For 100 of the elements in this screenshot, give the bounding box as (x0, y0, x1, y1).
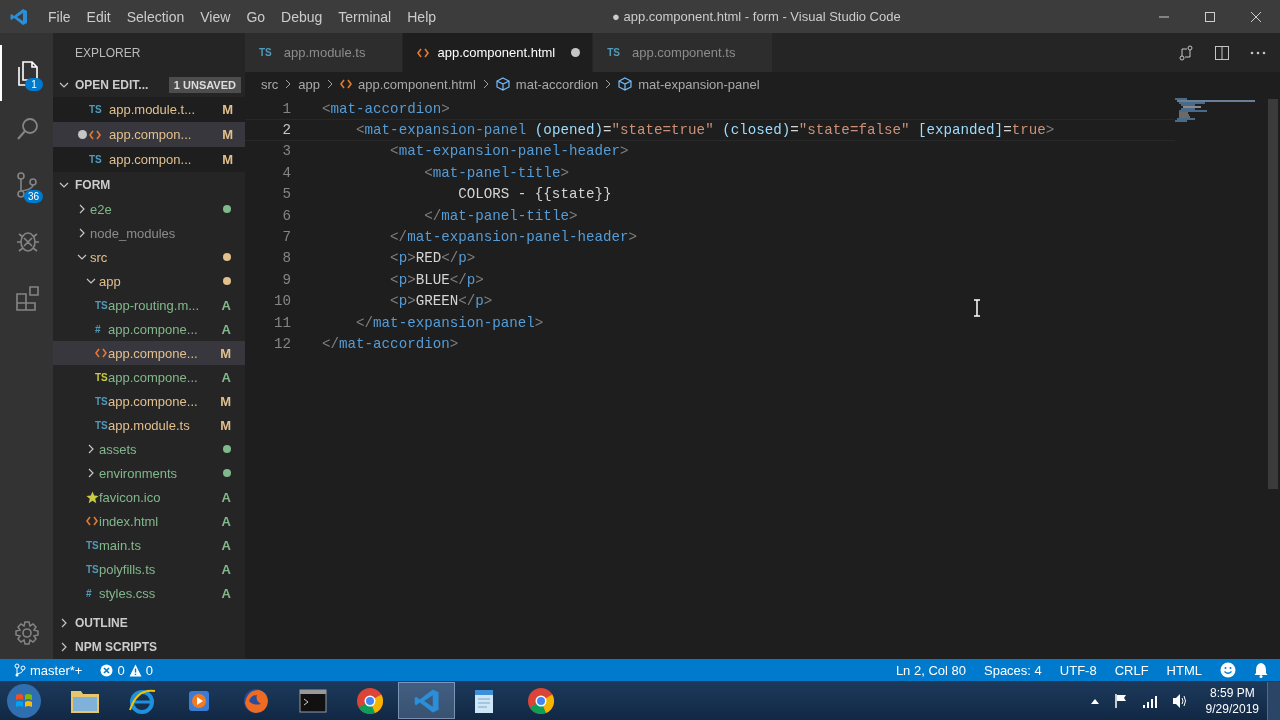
compare-icon[interactable] (1178, 44, 1194, 61)
folder-row[interactable]: e2e (53, 197, 245, 221)
activity-button[interactable]: 36 (0, 157, 53, 213)
signal-icon[interactable] (1141, 693, 1158, 708)
chevron-right-icon (77, 228, 87, 238)
open-editor-item[interactable]: TS app.compon... M (53, 147, 245, 172)
time-text: 8:59 PM (1209, 684, 1255, 701)
chevron-right-icon (59, 618, 69, 628)
tree-entry[interactable]: # styles.css A (53, 581, 245, 605)
code-file-icon (95, 348, 107, 358)
split-editor-icon[interactable] (1214, 44, 1230, 61)
tree-entry[interactable]: TSapp.compone... A (53, 365, 245, 389)
menu-item[interactable]: View (192, 8, 239, 25)
file-name: app.compone... (108, 369, 199, 385)
file-name: app.compon... (109, 127, 193, 142)
tree-entry[interactable]: favicon.ico A (53, 485, 245, 509)
line-number: 5 (281, 186, 291, 203)
count-badge: 36 (23, 190, 43, 203)
line-number: 9 (281, 271, 291, 288)
folder-row[interactable]: assets (53, 437, 245, 461)
branch-icon (14, 663, 26, 677)
tree-entry[interactable]: TSmain.ts A (53, 533, 245, 557)
bell-icon[interactable] (1254, 662, 1268, 678)
tree-entry[interactable]: app.compone... M (53, 341, 245, 365)
tree-entry[interactable]: TSapp.module.ts M (53, 413, 245, 437)
folder-row[interactable]: src (53, 245, 245, 269)
branch-button[interactable]: master*+ (14, 662, 83, 678)
section-header[interactable]: OUTLINE (53, 611, 245, 635)
file-type-icon: # (95, 323, 101, 335)
status-item[interactable]: HTML (1166, 662, 1202, 678)
file-type-icon: TS (86, 563, 99, 575)
tree-entry[interactable]: index.html A (53, 509, 245, 533)
folder-row[interactable]: environments (53, 461, 245, 485)
maximize-icon[interactable] (1204, 10, 1216, 23)
code-line: </mat-expansion-panel> (355, 314, 544, 331)
open-editor-item[interactable]: app.compon... M (53, 122, 245, 147)
editor-tab[interactable]: app.component.html (403, 33, 593, 72)
file-type-icon: TS (89, 104, 102, 115)
scrollbar[interactable] (1268, 99, 1278, 489)
editor-tab[interactable]: TS app.component.ts (593, 33, 773, 72)
line-number: 10 (272, 293, 291, 310)
menu-item[interactable]: Edit (78, 8, 119, 25)
section-header[interactable]: NPM SCRIPTS (53, 635, 245, 659)
speaker-icon[interactable] (1171, 692, 1188, 709)
breadcrumb[interactable]: mat-accordion (515, 76, 599, 92)
file-name: node_modules (90, 225, 177, 241)
git-status: A (221, 537, 231, 553)
menu-item[interactable]: File (40, 8, 79, 25)
status-item[interactable]: UTF-8 (1059, 662, 1097, 678)
more-icon[interactable] (1250, 50, 1266, 55)
breadcrumb[interactable]: mat-expansion-panel (638, 76, 760, 92)
file-name: index.html (99, 513, 160, 529)
chevron-right-icon (481, 79, 490, 89)
code-line: COLORS - {{state}} (457, 186, 612, 203)
section-header[interactable]: OPEN EDIT... 1 UNSAVED (53, 72, 245, 97)
folder-row[interactable]: node_modules (53, 221, 245, 245)
tree-entry[interactable]: # app.compone... A (53, 317, 245, 341)
unsaved-dot (77, 130, 87, 139)
browser-icon (526, 686, 555, 715)
close-icon[interactable] (1250, 10, 1262, 23)
unsaved-dot (571, 48, 581, 57)
code-line: <p>GREEN</p> (389, 293, 493, 310)
breadcrumb[interactable]: src (261, 76, 279, 92)
breadcrumb[interactable]: app.component.html (358, 76, 476, 92)
file-name: styles.css (99, 585, 157, 601)
file-name: app.module.t... (109, 102, 196, 117)
file-type-icon: TS (89, 154, 102, 165)
unsaved-badge: 1 UNSAVED (168, 76, 241, 93)
tree-entry[interactable]: TSapp-routing.m... A (53, 293, 245, 317)
menu-item[interactable]: Go (238, 8, 274, 25)
section-header[interactable]: FORM (53, 172, 245, 197)
start-button[interactable] (6, 682, 42, 719)
menu-item[interactable]: Selection (118, 8, 193, 25)
status-item[interactable]: Spaces: 4 (984, 662, 1042, 678)
line-number: 8 (281, 250, 291, 267)
tree-entry[interactable]: TSpolyfills.ts A (53, 557, 245, 581)
folder-row[interactable]: app (53, 269, 245, 293)
settings-icon[interactable] (12, 619, 41, 647)
file-type-icon: # (86, 587, 92, 599)
code-line: <mat-accordion> (322, 100, 450, 117)
smiley-icon[interactable] (1220, 662, 1236, 678)
flag-icon[interactable] (1113, 692, 1128, 709)
open-editor-item[interactable]: TS app.module.t... M (53, 97, 245, 122)
file-name: assets (99, 441, 138, 457)
breadcrumb[interactable]: app (298, 76, 321, 92)
status-dot (223, 469, 231, 477)
editor-tab[interactable]: TS app.module.ts (245, 33, 403, 72)
tree-entry[interactable]: TSapp.compone... M (53, 389, 245, 413)
file-type-icon: TS (95, 419, 108, 431)
menu-item[interactable]: Help (399, 8, 445, 25)
problems-button[interactable]: 0 0 (100, 662, 153, 678)
status-item[interactable]: Ln 2, Col 80 (895, 662, 966, 678)
line-number: 12 (272, 336, 291, 352)
menu-item[interactable]: Debug (273, 8, 331, 25)
code-line: </mat-accordion> (322, 336, 459, 352)
code-line: </mat-panel-title> (423, 207, 578, 224)
git-status: M (222, 127, 233, 142)
status-item[interactable]: CRLF (1114, 662, 1149, 678)
menu-item[interactable]: Terminal (330, 8, 400, 25)
clock[interactable]: 8:59 PM 9/29/2019 (1205, 684, 1259, 717)
